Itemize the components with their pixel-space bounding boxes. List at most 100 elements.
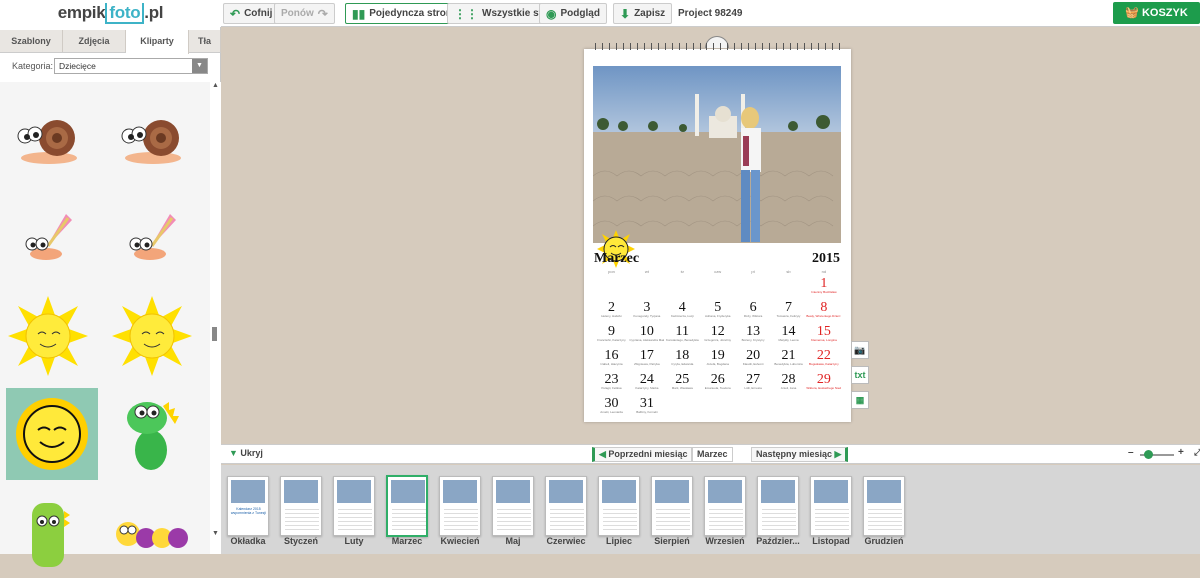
tab-kliparty[interactable]: Kliparty: [126, 30, 189, 54]
calendar-day[interactable]: 13 Bożeny, Krystyny: [736, 325, 771, 342]
calendar-day[interactable]: 29Wiktora, Eustachego Niedziela Palmowa: [806, 373, 841, 390]
calendar-day[interactable]: 12 Grzegorza, Józefiny: [700, 325, 735, 342]
thumbnail-month[interactable]: [863, 476, 905, 536]
calendar-day[interactable]: 30 Amelii, Leonarda: [594, 397, 629, 414]
clipart-hermit-crab[interactable]: [2, 192, 94, 284]
calendar-day[interactable]: 2 Heleny, Halszki: [594, 301, 629, 318]
thumbnail-month[interactable]: [280, 476, 322, 536]
hide-button[interactable]: ▼ Ukryj: [229, 448, 263, 458]
calendar-day[interactable]: 14 Matyldy, Leona: [771, 325, 806, 342]
month-title[interactable]: Marzec: [594, 251, 639, 267]
calendar-day[interactable]: 17 Zbigniewa, Patryka: [629, 349, 664, 366]
calendar-day[interactable]: 5 Adriana, Fryderyka: [700, 301, 735, 318]
day-number: 1: [820, 276, 828, 291]
scroll-thumb[interactable]: [212, 327, 217, 341]
thumbnail-month[interactable]: [545, 476, 587, 536]
clipart-smiling-sun[interactable]: [6, 388, 98, 480]
tab-tla[interactable]: Tła: [189, 30, 221, 52]
current-month-label: Marzec: [692, 447, 733, 462]
tab-zdjecia[interactable]: Zdjęcia: [63, 30, 126, 52]
thumbnail-cover[interactable]: Kalendarz 2015 wspomnienia z Tunezji: [227, 476, 269, 536]
calendar-day[interactable]: 16 Izabeli, Hiacynta: [594, 349, 629, 366]
calendar-day[interactable]: 8Beaty, Wincentego Dzień Kobiet: [806, 301, 841, 318]
calendar-day[interactable]: 24 Katarzyny, Marka: [629, 373, 664, 390]
fullscreen-icon[interactable]: ⤢: [1194, 447, 1200, 458]
thumbnail-month[interactable]: [386, 475, 428, 537]
clipart-snail[interactable]: [2, 94, 94, 186]
category-select[interactable]: Dziecięce ▼: [54, 58, 208, 74]
calendar-day[interactable]: 6 Róży, Wiktora: [736, 301, 771, 318]
calendar-day[interactable]: 27 Lidii, Ernesta: [736, 373, 771, 390]
clipart-sun[interactable]: [2, 290, 94, 382]
thumbnail-month[interactable]: [757, 476, 799, 536]
zoom-in-button[interactable]: +: [1178, 447, 1184, 458]
clipart-green-monster[interactable]: [2, 486, 94, 578]
clipart-hermit-crab[interactable]: [106, 192, 198, 284]
calendar-page[interactable]: Marzec 2015 pon wt śr czw pt sb nd 1 Imieniny B…: [584, 36, 851, 422]
calendar-day[interactable]: 11 Konstantego, Benedykta: [665, 325, 700, 342]
calendar-day[interactable]: 19 Józefa, Bogdana: [700, 349, 735, 366]
day-name-days: Matyldy, Leona: [778, 339, 799, 342]
calendar-day[interactable]: 31 Balbiny, Kornelii: [629, 397, 664, 414]
thumbnail-month[interactable]: [598, 476, 640, 536]
calendar-day[interactable]: 4 Kazimierza, Łucji: [665, 301, 700, 318]
thumbnail-month[interactable]: [704, 476, 746, 536]
calendar-day[interactable]: 25 Marii, Wiesława: [665, 373, 700, 390]
thumbnail-month[interactable]: [810, 476, 852, 536]
year-title[interactable]: 2015: [812, 251, 840, 267]
calendar-photo[interactable]: [593, 66, 841, 243]
redo-button[interactable]: Ponów ↷: [274, 3, 335, 24]
zoom-handle[interactable]: [1144, 450, 1153, 459]
day-name-days: Amelii, Leonarda: [600, 411, 623, 414]
save-button[interactable]: ⬇ Zapisz: [613, 3, 673, 24]
thumbnail-month[interactable]: [492, 476, 534, 536]
calendar-day[interactable]: 9 Franciszki, Katarzyny: [594, 325, 629, 342]
scroll-up-icon[interactable]: ▲: [212, 82, 219, 89]
undo-button[interactable]: ↶ Cofnij: [223, 3, 280, 24]
thumbnail-month[interactable]: [439, 476, 481, 536]
calendar-day[interactable]: 20 Klaudii, Eufemii: [736, 349, 771, 366]
calendar-day[interactable]: 15 Klemensa, Longina: [806, 325, 841, 342]
single-page-icon: ▮▮: [352, 6, 366, 21]
thumbnail-photo: [391, 480, 425, 503]
calendar-day[interactable]: 22 Bogusława, Katarzyny: [806, 349, 841, 366]
spiral-ring: [636, 43, 638, 50]
calendar-icon[interactable]: ▦: [851, 391, 869, 409]
logo[interactable]: empik foto .pl: [0, 0, 221, 27]
spiral-ring: [720, 43, 722, 50]
clipart-sun[interactable]: [106, 290, 198, 382]
preview-button[interactable]: ◉ Podgląd: [539, 3, 607, 24]
calendar-day[interactable]: 1 Imieniny Budzisław: [806, 277, 841, 294]
calendar-day[interactable]: 21 Benedykta, Lubomira: [771, 349, 806, 366]
text-tool-button[interactable]: txt: [851, 366, 869, 384]
calendar-day[interactable]: 7 Tomasza, Felicyty: [771, 301, 806, 318]
calendar-day[interactable]: 26 Emanuela, Teodora: [700, 373, 735, 390]
thumbnail-calendar-grid: [550, 507, 584, 533]
clipart-snail[interactable]: [106, 94, 198, 186]
cart-button[interactable]: 🧺 KOSZYK: [1113, 2, 1200, 24]
day-name-days: Balbiny, Kornelii: [636, 411, 658, 414]
clipart-dinosaur[interactable]: [106, 388, 198, 480]
calendar-day[interactable]: 23 Pelagii, Feliksa: [594, 373, 629, 390]
zoom-out-button[interactable]: –: [1128, 447, 1134, 458]
grid-icon: ⋮⋮: [454, 6, 478, 21]
next-month-button[interactable]: Następny miesiąc ▶: [751, 447, 849, 462]
prev-month-button[interactable]: ◀ Poprzedni miesiąc: [592, 447, 693, 462]
thumbnail-month[interactable]: [333, 476, 375, 536]
calendar-day[interactable]: 3 Kunegundy, Tycjana: [629, 301, 664, 318]
camera-icon[interactable]: 📷: [851, 341, 869, 359]
thumbnail-month[interactable]: [651, 476, 693, 536]
tab-szablony[interactable]: Szablony: [0, 30, 63, 52]
spiral-ring: [776, 43, 778, 50]
clipart-scrollbar[interactable]: ▲ ▼: [210, 82, 221, 554]
spiral-ring: [643, 43, 645, 50]
day-name-days: Adriana, Fryderyka: [705, 315, 731, 318]
calendar-day[interactable]: 10Cypriana, Aleksandra Makarego: [629, 325, 664, 342]
thumbnail-photo: [602, 480, 636, 503]
clipart-caterpillar[interactable]: [106, 486, 198, 578]
spiral-ring: [741, 43, 743, 50]
calendar-day[interactable]: 18 Cyryla, Edwarda: [665, 349, 700, 366]
calendar-day[interactable]: 28 Anieli, Jana: [771, 373, 806, 390]
thumbnail-label: Lipiec: [605, 536, 632, 546]
thumbnail-photo: [284, 480, 318, 503]
